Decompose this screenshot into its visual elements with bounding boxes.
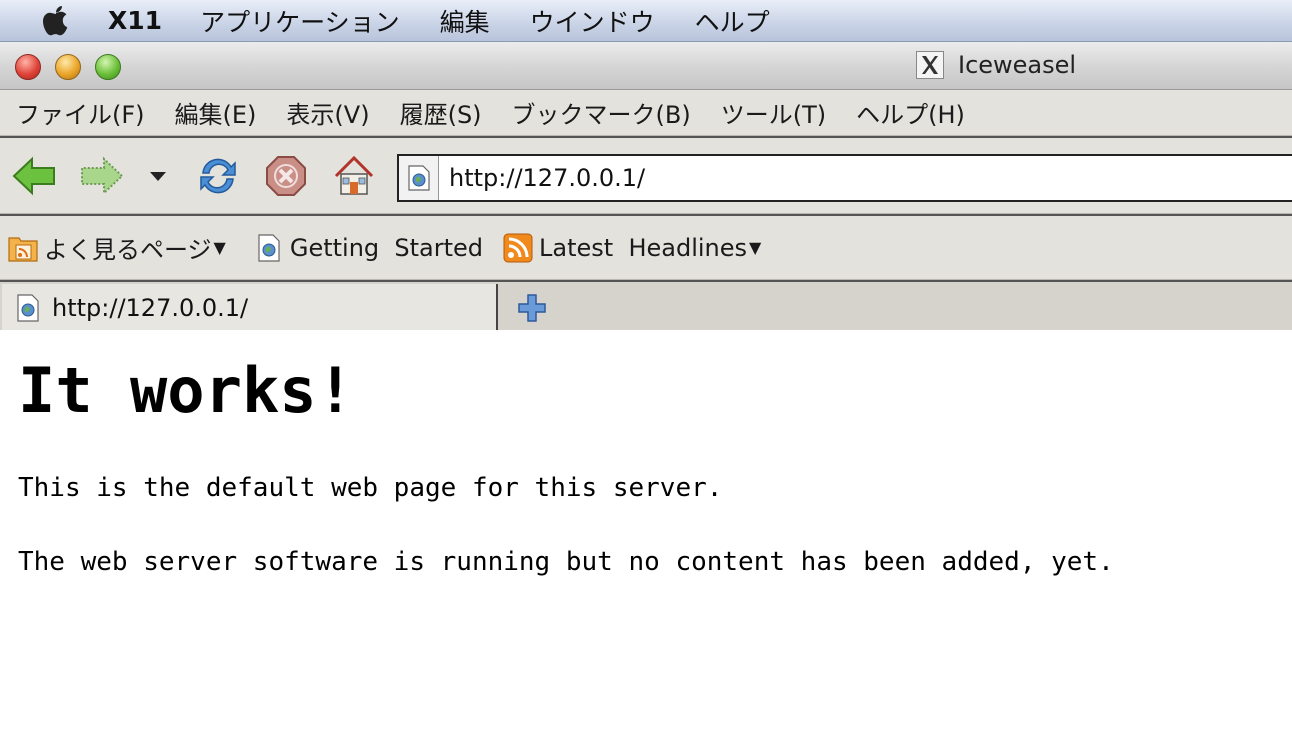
tab-active[interactable]: http://127.0.0.1/ bbox=[2, 284, 498, 332]
minimize-window-button[interactable] bbox=[55, 54, 81, 80]
back-button[interactable] bbox=[12, 154, 56, 198]
page-paragraph-2: The web server software is running but n… bbox=[18, 547, 1114, 577]
bookmark-most-visited[interactable]: よく見るページ ▼ bbox=[8, 230, 226, 265]
mac-menu-window[interactable]: ウインドウ bbox=[530, 3, 655, 39]
menu-file[interactable]: ファイル(F) bbox=[16, 95, 145, 130]
bookmark-getting-started[interactable]: Getting Started bbox=[254, 233, 483, 263]
page-globe-icon bbox=[407, 165, 430, 191]
window-title: Iceweasel bbox=[958, 51, 1077, 79]
rss-icon bbox=[503, 233, 533, 263]
plus-icon bbox=[518, 294, 546, 322]
home-button[interactable] bbox=[332, 154, 376, 198]
chevron-down-icon: ▼ bbox=[213, 238, 226, 257]
bookmark-most-visited-label: よく見るページ bbox=[44, 236, 212, 264]
x11-icon bbox=[916, 51, 944, 79]
bookmark-getting-started-label: Getting Started bbox=[289, 233, 484, 262]
folder-rss-icon bbox=[8, 233, 38, 263]
history-dropdown-button[interactable] bbox=[138, 154, 178, 198]
window-title-group: Iceweasel bbox=[916, 51, 1076, 79]
chevron-down-icon bbox=[150, 172, 166, 181]
page-icon bbox=[254, 233, 284, 263]
back-arrow-icon bbox=[12, 156, 55, 196]
apple-icon[interactable] bbox=[38, 3, 74, 39]
menu-edit[interactable]: 編集(E) bbox=[175, 95, 257, 130]
close-window-button[interactable] bbox=[15, 54, 41, 80]
mac-menubar: X11 アプリケーション 編集 ウインドウ ヘルプ bbox=[0, 0, 1292, 42]
chevron-down-icon: ▼ bbox=[749, 238, 762, 257]
menu-history[interactable]: 履歴(S) bbox=[400, 95, 482, 130]
menu-view[interactable]: 表示(V) bbox=[286, 95, 369, 130]
stop-icon bbox=[266, 156, 306, 196]
app-menubar: ファイル(F) 編集(E) 表示(V) 履歴(S) ブックマーク(B) ツール(… bbox=[0, 90, 1292, 136]
reload-button[interactable] bbox=[196, 154, 240, 198]
url-input[interactable] bbox=[439, 164, 1239, 192]
bookmark-latest-headlines[interactable]: Latest Headlines ▼ bbox=[503, 233, 761, 263]
tab-label: http://127.0.0.1/ bbox=[52, 294, 249, 322]
menu-tools[interactable]: ツール(T) bbox=[721, 95, 826, 130]
forward-button[interactable] bbox=[80, 154, 124, 198]
url-bar[interactable] bbox=[397, 154, 1292, 202]
page-heading: It works! bbox=[18, 354, 354, 427]
new-tab-button[interactable] bbox=[514, 290, 550, 326]
zoom-window-button[interactable] bbox=[95, 54, 121, 80]
window-titlebar[interactable]: Iceweasel bbox=[0, 42, 1292, 90]
page-paragraph-1: This is the default web page for this se… bbox=[18, 473, 723, 503]
reload-icon bbox=[200, 158, 236, 194]
mac-menu-applications[interactable]: アプリケーション bbox=[200, 3, 400, 39]
stop-button[interactable] bbox=[264, 154, 308, 198]
site-identity-button[interactable] bbox=[399, 156, 439, 200]
bookmarks-toolbar: よく見るページ ▼ Getting Started Latest Headlin… bbox=[0, 214, 1292, 280]
tab-bar: http://127.0.0.1/ bbox=[0, 280, 1292, 332]
menu-help[interactable]: ヘルプ(H) bbox=[856, 95, 965, 130]
bookmark-latest-headlines-label: Latest Headlines bbox=[539, 233, 748, 262]
page-content: It works! This is the default web page f… bbox=[0, 330, 1292, 732]
forward-arrow-icon bbox=[81, 156, 124, 196]
home-icon bbox=[334, 155, 374, 195]
page-globe-icon bbox=[14, 294, 42, 322]
mac-menu-edit[interactable]: 編集 bbox=[440, 3, 490, 39]
mac-menu-help[interactable]: ヘルプ bbox=[695, 3, 770, 39]
mac-menu-x11[interactable]: X11 bbox=[108, 6, 162, 35]
navigation-toolbar bbox=[0, 136, 1292, 214]
menu-bookmarks[interactable]: ブックマーク(B) bbox=[512, 95, 691, 130]
